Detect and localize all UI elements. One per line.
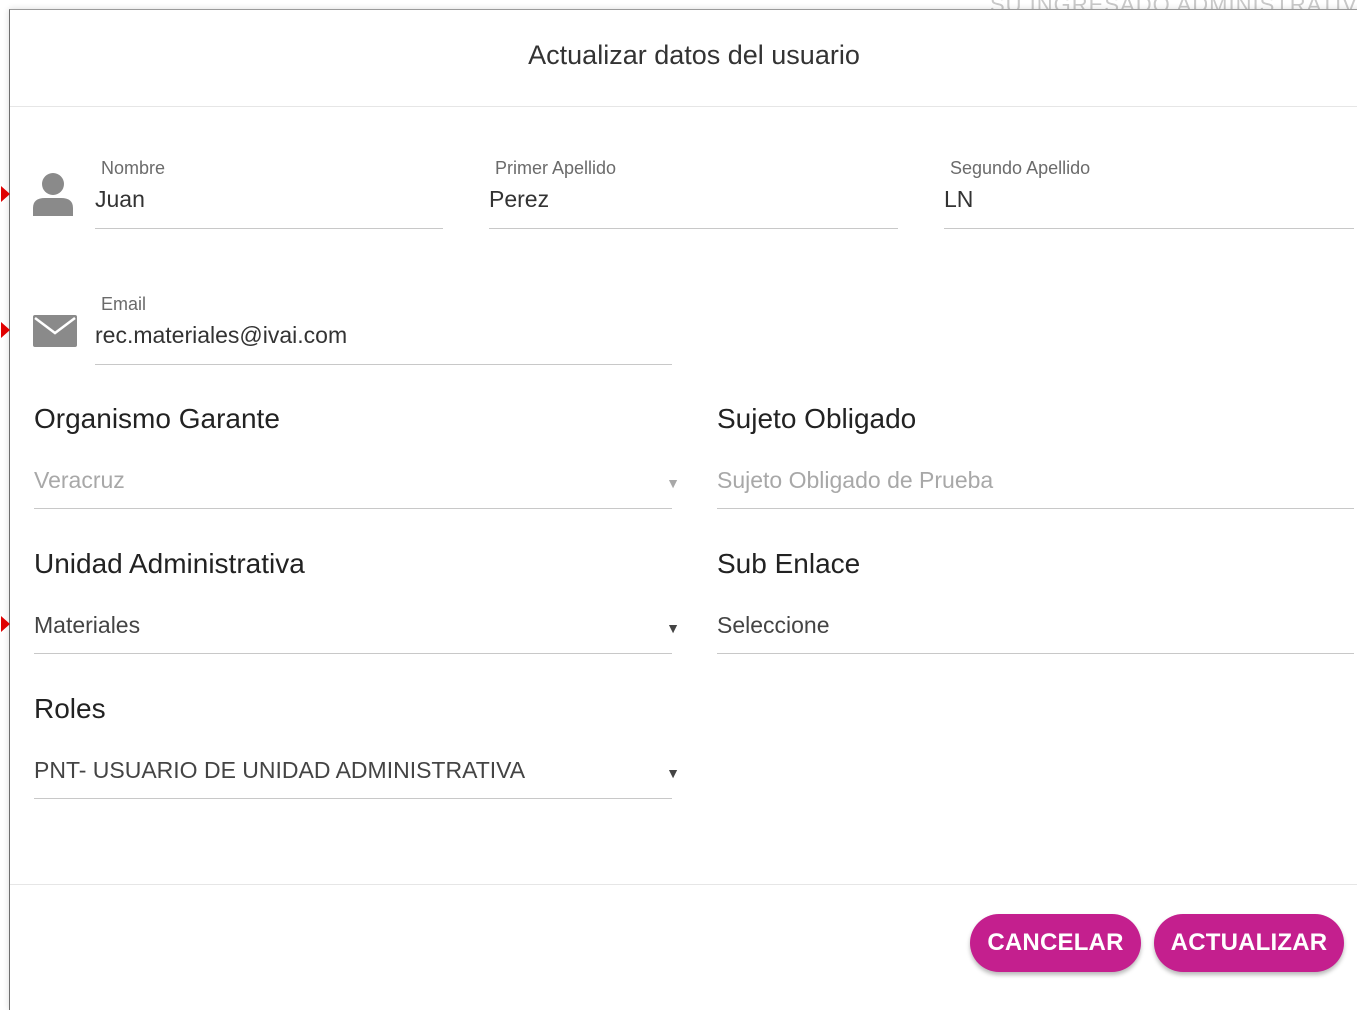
segundo-apellido-label: Segundo Apellido [950, 158, 1091, 178]
email-field[interactable]: Email rec.materiales@ivai.com [95, 294, 672, 374]
organismo-garante-heading: Organismo Garante [34, 403, 280, 434]
sub-enlace-underline [717, 653, 1354, 654]
roles-heading: Roles [34, 693, 106, 724]
segundo-apellido-input[interactable]: LN [944, 186, 973, 213]
unidad-administrativa-underline [34, 653, 672, 654]
organismo-garante-select: Veracruz ▼ [34, 467, 680, 511]
update-button[interactable]: ACTUALIZAR [1154, 914, 1344, 972]
envelope-icon [33, 315, 77, 352]
sub-enlace-heading: Sub Enlace [717, 548, 861, 579]
cancel-button[interactable]: CANCELAR [970, 914, 1141, 972]
primer-apellido-input[interactable]: Perez [489, 186, 549, 213]
roles-select[interactable]: PNT- USUARIO DE UNIDAD ADMINISTRATIVA ▼ [34, 757, 680, 801]
organismo-garante-value: Veracruz [34, 467, 125, 493]
sujeto-obligado-select: Sujeto Obligado de Prueba [717, 467, 1354, 511]
primer-apellido-field[interactable]: Primer Apellido Perez [489, 158, 898, 238]
user-icon [33, 170, 73, 221]
primer-apellido-underline [489, 228, 898, 229]
email-underline [95, 364, 672, 365]
annotation-arrow-unidad [1, 616, 10, 632]
unidad-administrativa-select[interactable]: Materiales ▼ [34, 612, 680, 656]
roles-value: PNT- USUARIO DE UNIDAD ADMINISTRATIVA [34, 757, 526, 783]
roles-underline [34, 798, 672, 799]
chevron-down-icon[interactable]: ▼ [666, 765, 680, 781]
sub-enlace-select[interactable]: Seleccione [717, 612, 1354, 656]
dialog-title: Actualizar datos del usuario [528, 40, 860, 70]
primer-apellido-label: Primer Apellido [495, 158, 617, 178]
update-user-dialog: Actualizar datos del usuario Nombre Juan… [1, 9, 1357, 1010]
email-input[interactable]: rec.materiales@ivai.com [95, 322, 347, 349]
sub-enlace-value: Seleccione [717, 612, 830, 638]
segundo-apellido-underline [944, 228, 1354, 229]
annotation-arrow-email [1, 322, 10, 338]
sujeto-obligado-underline [717, 508, 1354, 509]
unidad-administrativa-heading: Unidad Administrativa [34, 548, 305, 579]
segundo-apellido-field[interactable]: Segundo Apellido LN [944, 158, 1354, 238]
nombre-label: Nombre [101, 158, 166, 178]
chevron-down-icon[interactable]: ▼ [666, 620, 680, 636]
email-label: Email [101, 294, 147, 314]
unidad-administrativa-value: Materiales [34, 612, 141, 638]
chevron-down-icon: ▼ [666, 475, 680, 491]
annotation-arrow-name [1, 186, 10, 202]
sujeto-obligado-value: Sujeto Obligado de Prueba [717, 467, 994, 493]
sujeto-obligado-heading: Sujeto Obligado [717, 403, 917, 434]
nombre-field[interactable]: Nombre Juan [95, 158, 443, 238]
nombre-underline [95, 228, 443, 229]
organismo-garante-underline [34, 508, 672, 509]
footer-divider [10, 884, 1357, 885]
nombre-input[interactable]: Juan [95, 186, 145, 213]
header-divider [10, 106, 1357, 107]
